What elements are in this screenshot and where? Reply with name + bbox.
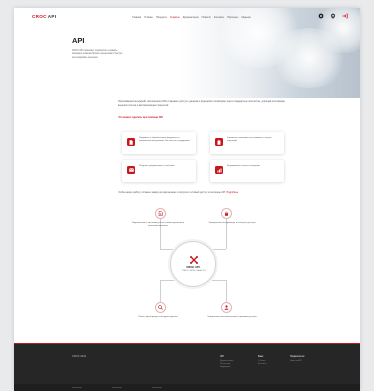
settings-icon[interactable]: [318, 13, 324, 19]
node-text: Поиск, фильтрация и выгрузка данных: [138, 316, 178, 318]
intro-text: Программный интерфейс приложения (API) о…: [118, 100, 285, 107]
connector-line: [160, 249, 174, 250]
nav-link[interactable]: О банке: [144, 16, 153, 19]
nav-link[interactable]: Новости: [202, 16, 211, 19]
hub-subtitle: REST / JSON / OAuth 2.0: [182, 270, 206, 272]
features-heading: Что можно сделать при помощи API: [118, 116, 163, 119]
connector-line: [212, 280, 226, 281]
footer-column: API Документация Песочница Поддержка: [220, 355, 233, 369]
feature-text: Формировать отчеты и выгрузки: [227, 165, 260, 167]
connect-text: Чтобы начать работу, оставьте заявку на …: [118, 192, 239, 194]
nav-icons: [318, 13, 348, 19]
footer-bottom-links: [72, 387, 162, 388]
connector-line: [160, 280, 174, 281]
mail-icon: [127, 166, 135, 174]
node-text: Управление пользователями и правами дост…: [207, 316, 257, 318]
footer-column: Подписаться Новости API: [290, 355, 304, 363]
nav-link[interactable]: Карьера: [241, 16, 250, 19]
nav-links: Главная О банке Продукты Сервисы Докумен…: [132, 16, 251, 19]
nav-link[interactable]: Партнеры: [227, 16, 238, 19]
user-icon: [221, 302, 232, 313]
footer-divider: [72, 387, 82, 388]
feature-card: Управлять заявками и отслеживать статусы…: [210, 132, 284, 154]
top-navigation: CROCAPI Главная О банке Продукты Сервисы…: [14, 8, 360, 26]
login-icon[interactable]: [342, 13, 348, 19]
nav-link[interactable]: Документация: [183, 16, 199, 19]
footer: CROC 2024 API Документация Песочница Под…: [14, 343, 360, 391]
footer-divider: [152, 387, 162, 388]
footer-bottom-bar: [14, 384, 360, 391]
feature-card: Получать уведомления о событиях: [122, 160, 196, 182]
footer-link[interactable]: Поддержка: [220, 366, 233, 369]
footer-brand: CROC 2024: [72, 355, 87, 358]
footer-column: Банк О банке Контакты: [258, 355, 267, 366]
feature-text: Управлять заявками и отслеживать статусы…: [227, 137, 272, 143]
hero-banner: CROCAPI Главная О банке Продукты Сервисы…: [14, 8, 360, 98]
croc-logo-icon: [189, 252, 199, 264]
api-hub: CROC API REST / JSON / OAuth 2.0: [170, 241, 216, 287]
chart-icon: [215, 166, 223, 174]
search-icon: [155, 302, 166, 313]
nav-link[interactable]: Продукты: [156, 16, 167, 19]
nav-link-active[interactable]: Сервисы: [170, 16, 180, 19]
footer-column-heading: Подписаться: [290, 355, 305, 358]
nav-link[interactable]: Контакты: [214, 16, 224, 19]
footer-link[interactable]: Контакты: [258, 363, 267, 366]
feature-card: Формировать отчеты и выгрузки: [210, 160, 284, 182]
footer-column-heading: Банк: [258, 355, 264, 358]
feature-text: Получать уведомления о событиях: [139, 165, 175, 167]
document-icon: [155, 208, 166, 219]
footer-column-heading: API: [220, 355, 224, 358]
page-title: API: [72, 36, 85, 45]
feature-text: Загружать и обрабатывать документы в авт…: [139, 137, 190, 143]
clipboard-icon: [215, 138, 223, 146]
node-text: Подключение к системам учета и обмен дан…: [131, 222, 185, 228]
location-icon[interactable]: [330, 13, 336, 19]
hub-title: CROC API: [186, 265, 200, 269]
logo[interactable]: CROCAPI: [32, 14, 56, 19]
feature-card: Загружать и обрабатывать документы в авт…: [122, 132, 196, 154]
footer-divider: [112, 387, 122, 388]
lock-icon: [221, 208, 232, 219]
node-text: Защищенная авторизация и контроль доступ…: [208, 222, 256, 224]
nav-link[interactable]: Главная: [132, 16, 141, 19]
connect-link[interactable]: Подробнее: [226, 192, 238, 194]
document-icon: [127, 138, 135, 146]
footer-link[interactable]: Новости API: [290, 360, 304, 363]
page: CROCAPI Главная О банке Продукты Сервисы…: [14, 8, 360, 391]
hero-description: CROC API позволяет подключить сервисы ко…: [72, 50, 123, 59]
connector-line: [212, 249, 226, 250]
